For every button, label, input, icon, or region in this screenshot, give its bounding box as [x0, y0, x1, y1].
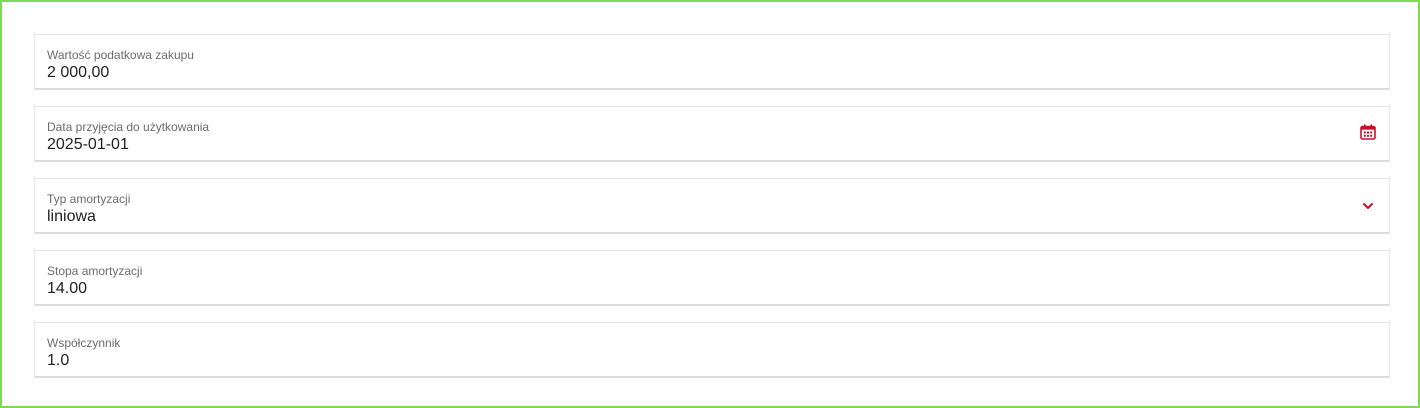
commissioning-date-label: Data przyjęcia do użytkowania [47, 120, 210, 134]
coefficient-field[interactable]: Współczynnik 1.0 [34, 322, 1390, 378]
chevron-down-icon[interactable] [1361, 199, 1375, 213]
depreciation-type-label: Typ amortyzacji [47, 192, 131, 206]
depreciation-type-value[interactable]: liniowa [47, 208, 96, 226]
form-panel: Wartość podatkowa zakupu 2 000,00 Data p… [0, 0, 1420, 408]
coefficient-label: Współczynnik [47, 336, 121, 350]
depreciation-rate-input[interactable]: 14.00 [47, 280, 87, 298]
purchase-tax-value-field[interactable]: Wartość podatkowa zakupu 2 000,00 [34, 34, 1390, 90]
purchase-tax-value-input[interactable]: 2 000,00 [47, 64, 109, 82]
depreciation-rate-label: Stopa amortyzacji [47, 264, 143, 278]
purchase-tax-value-label: Wartość podatkowa zakupu [47, 48, 194, 62]
depreciation-rate-field[interactable]: Stopa amortyzacji 14.00 [34, 250, 1390, 306]
calendar-icon[interactable] [1359, 123, 1377, 141]
depreciation-type-select[interactable]: Typ amortyzacji liniowa [34, 178, 1390, 234]
commissioning-date-field[interactable]: Data przyjęcia do użytkowania 2025-01-01 [34, 106, 1390, 162]
commissioning-date-input[interactable]: 2025-01-01 [47, 136, 129, 154]
coefficient-input[interactable]: 1.0 [47, 352, 69, 370]
